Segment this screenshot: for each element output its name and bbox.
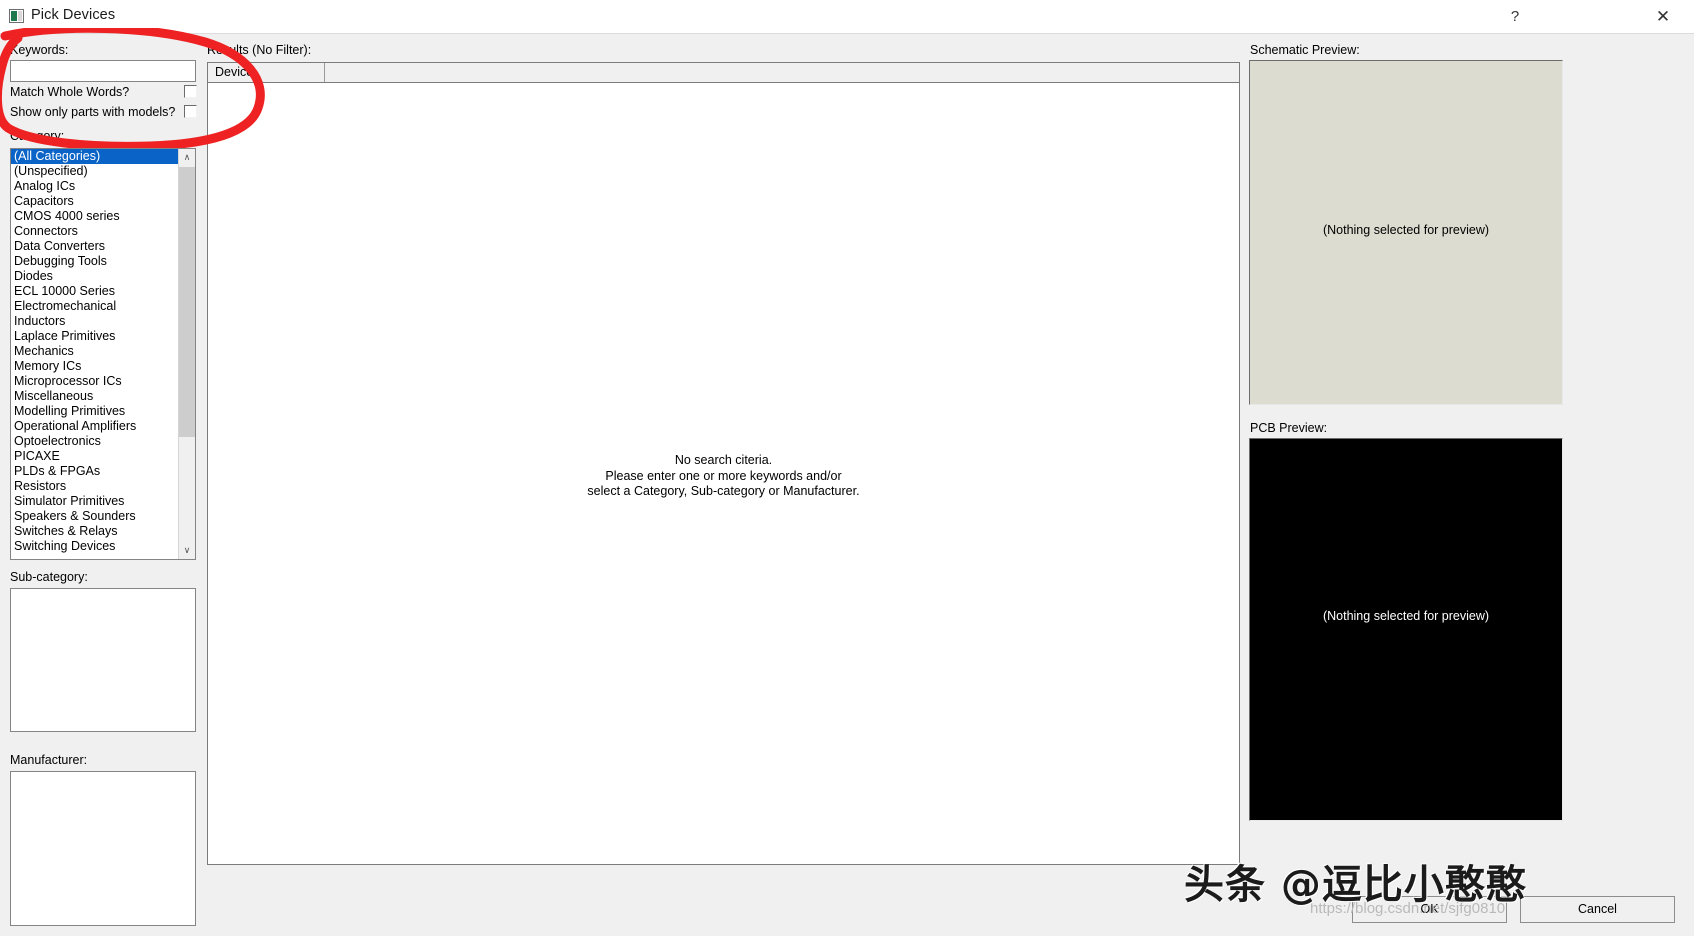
subcategory-listbox[interactable] xyxy=(10,588,196,732)
empty-message-line-2: Please enter one or more keywords and/or xyxy=(605,468,842,483)
category-item[interactable]: Miscellaneous xyxy=(11,389,180,404)
schematic-preview-label: Schematic Preview: xyxy=(1250,43,1360,57)
category-item[interactable]: Resistors xyxy=(11,479,180,494)
category-item[interactable]: CMOS 4000 series xyxy=(11,209,180,224)
results-header-row: Device xyxy=(207,62,1240,83)
results-column-device[interactable]: Device xyxy=(208,63,325,82)
manufacturer-label: Manufacturer: xyxy=(10,753,88,767)
manufacturer-listbox[interactable] xyxy=(10,771,196,926)
help-button[interactable]: ? xyxy=(1492,0,1538,33)
pcb-preview-placeholder: (Nothing selected for preview) xyxy=(1322,609,1490,623)
window-title: Pick Devices xyxy=(31,7,116,23)
category-item[interactable]: Optoelectronics xyxy=(11,434,180,449)
subcategory-label: Sub-category: xyxy=(10,570,88,584)
results-panel: Device No search citeria. Please enter o… xyxy=(207,62,1240,865)
category-listbox[interactable]: (All Categories) (Unspecified) Analog ICs C… xyxy=(10,148,196,560)
close-button[interactable]: ✕ xyxy=(1640,0,1686,33)
category-item[interactable]: Mechanics xyxy=(11,344,180,359)
panel-splitter[interactable] xyxy=(199,40,207,920)
cancel-button[interactable]: Cancel xyxy=(1520,896,1675,923)
schematic-preview-placeholder: (Nothing selected for preview) xyxy=(1322,223,1490,237)
category-item[interactable]: Simulator Primitives xyxy=(11,494,180,509)
ok-button[interactable]: OK xyxy=(1352,896,1507,923)
schematic-preview-area[interactable]: (Nothing selected for preview) xyxy=(1249,60,1563,405)
category-item[interactable]: Diodes xyxy=(11,269,180,284)
category-item[interactable]: Operational Amplifiers xyxy=(11,419,180,434)
category-item[interactable]: ECL 10000 Series xyxy=(11,284,180,299)
category-label: Category: xyxy=(10,129,65,143)
category-item[interactable]: Capacitors xyxy=(11,194,180,209)
results-column-blank[interactable] xyxy=(325,63,1239,82)
pick-devices-dialog: Pick Devices ? ✕ Keywords: Match Whole W… xyxy=(0,0,1694,936)
category-item[interactable]: Connectors xyxy=(11,224,180,239)
results-empty-message: No search citeria. Please enter one or m… xyxy=(208,453,1239,500)
category-item[interactable]: Laplace Primitives xyxy=(11,329,180,344)
category-item[interactable]: Debugging Tools xyxy=(11,254,180,269)
scroll-down-icon[interactable]: ∨ xyxy=(179,542,195,559)
category-item[interactable]: (Unspecified) xyxy=(11,164,180,179)
empty-message-line-1: No search citeria. xyxy=(674,453,773,467)
keywords-label: Keywords: xyxy=(10,43,69,57)
category-item[interactable]: (All Categories) xyxy=(11,149,180,164)
show-only-models-label: Show only parts with models? xyxy=(10,105,176,119)
results-body[interactable]: No search citeria. Please enter one or m… xyxy=(207,83,1240,865)
category-item[interactable]: Data Converters xyxy=(11,239,180,254)
empty-message-line-3: select a Category, Sub-category or Manuf… xyxy=(587,484,860,498)
category-item[interactable]: Inductors xyxy=(11,314,180,329)
category-item[interactable]: Switches & Relays xyxy=(11,524,180,539)
app-icon xyxy=(9,9,24,23)
category-item[interactable]: Analog ICs xyxy=(11,179,180,194)
show-only-models-checkbox[interactable] xyxy=(184,105,197,118)
scrollbar-thumb[interactable] xyxy=(179,167,195,437)
category-scrollbar[interactable]: ∧ ∨ xyxy=(178,149,195,559)
category-item[interactable]: PICAXE xyxy=(11,449,180,464)
keywords-input-field[interactable] xyxy=(11,61,195,81)
category-item[interactable]: Microprocessor ICs xyxy=(11,374,180,389)
pcb-preview-area[interactable]: (Nothing selected for preview) xyxy=(1249,438,1563,821)
title-bar: Pick Devices ? ✕ xyxy=(0,0,1694,34)
keywords-input[interactable] xyxy=(10,60,196,82)
category-item[interactable]: Modelling Primitives xyxy=(11,404,180,419)
match-whole-words-label: Match Whole Words? xyxy=(10,85,130,99)
category-items: (All Categories) (Unspecified) Analog ICs C… xyxy=(11,149,180,554)
category-item[interactable]: Memory ICs xyxy=(11,359,180,374)
pcb-preview-label: PCB Preview: xyxy=(1250,421,1328,435)
category-item[interactable]: PLDs & FPGAs xyxy=(11,464,180,479)
category-item[interactable]: Switching Devices xyxy=(11,539,180,554)
scroll-up-icon[interactable]: ∧ xyxy=(179,149,195,166)
category-item[interactable]: Electromechanical xyxy=(11,299,180,314)
results-label: Results (No Filter): xyxy=(207,43,312,57)
category-item[interactable]: Speakers & Sounders xyxy=(11,509,180,524)
match-whole-words-checkbox[interactable] xyxy=(184,85,197,98)
